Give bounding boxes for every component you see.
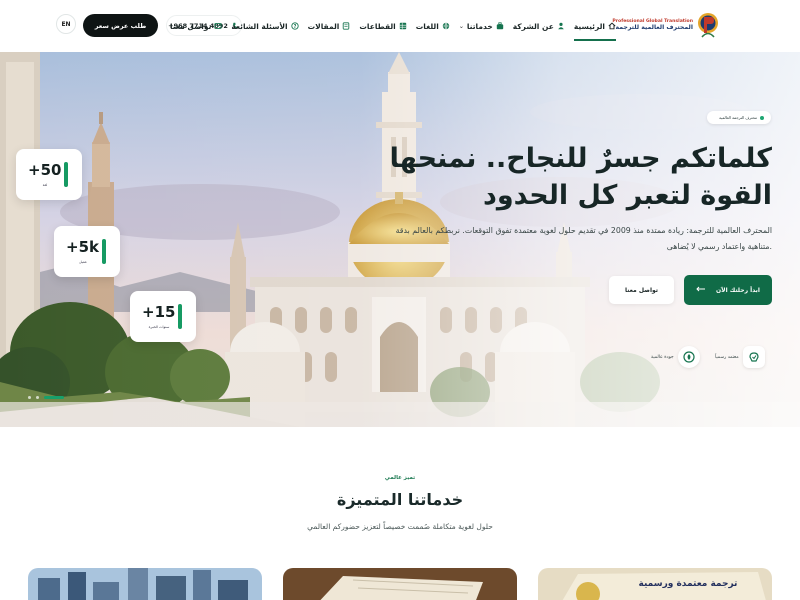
request-quote-button[interactable]: طلب عرض سعر	[83, 14, 158, 37]
article-icon	[342, 22, 350, 30]
menu-item-about[interactable]: عن الشركة	[513, 13, 565, 39]
stat-card-clients: +5k عميل	[54, 226, 120, 277]
menu-item-label: الأسئلة الشائعة	[231, 21, 288, 31]
stat-card-languages: +50 لغة	[16, 149, 82, 200]
trust-label: جودة عالمية	[651, 354, 674, 360]
start-journey-label: ابدأ رحلتك الآن	[716, 286, 760, 294]
arrow-left-icon	[696, 286, 706, 294]
services-title: خدماتنا المتميزة	[336, 490, 464, 509]
documents-desk-image	[283, 568, 517, 600]
logo-emblem	[696, 11, 720, 39]
menu-item-label: تواصل معنا	[169, 21, 212, 31]
quality-icon	[677, 346, 700, 368]
stat-accent-bar	[178, 304, 182, 329]
slider-dot[interactable]	[28, 396, 31, 399]
trust-item-certified: معتمد رسمياً	[715, 346, 765, 368]
certificate-image: ترجمة معتمدة ورسمية	[538, 568, 772, 600]
stat-label: عميل	[78, 260, 88, 264]
trust-label: معتمد رسمياً	[715, 354, 739, 360]
services-kicker: تميز عالمي	[384, 475, 416, 481]
stat-label: سنوات الخبرة	[148, 325, 170, 329]
company-logo[interactable]: Professional Global Translation المحترف …	[612, 10, 720, 40]
menu-item-label: الرئيسية	[573, 21, 605, 31]
menu-item-label: اللغات	[415, 21, 439, 31]
question-icon: ?	[290, 22, 299, 30]
city-skyline-image	[28, 568, 262, 600]
globe-icon	[442, 22, 450, 30]
stat-card-experience: +15 سنوات الخبرة	[130, 291, 196, 342]
services-subtitle: حلول لغوية متكاملة صُممت خصيصاً لتعزيز ح…	[307, 522, 493, 531]
menu-item-sectors[interactable]: القطاعات	[359, 13, 406, 39]
hero-badge-label: محترف الترجمة العالمية	[719, 115, 757, 120]
main-menu: الرئيسية عن الشركة خدماتنا ⌄ اللغات القط…	[170, 13, 617, 41]
service-card-2[interactable]	[283, 568, 517, 600]
logo-arabic-name: المحترف العالمية للترجمة	[615, 24, 693, 31]
hero-headline-line-2: القوة لتعبر كل الحدود	[483, 180, 772, 211]
svg-text:?: ?	[293, 24, 296, 30]
service-card-3[interactable]: ترجمة معتمدة ورسمية	[538, 568, 772, 600]
contact-us-button[interactable]: تواصل معنا	[609, 276, 674, 304]
hero-section: محترف الترجمة العالمية كلماتكم جسرٌ للنج…	[0, 52, 800, 427]
menu-item-label: خدماتنا	[466, 21, 493, 31]
status-dot-icon	[760, 115, 764, 120]
hero-headline-line-1: كلماتكم جسرٌ للنجاح.. نمنحها	[389, 143, 772, 174]
menu-item-home[interactable]: الرئيسية	[573, 13, 617, 41]
hero-headline: كلماتكم جسرٌ للنجاح.. نمنحها القوة لتعبر…	[352, 140, 772, 214]
hero-badge: محترف الترجمة العالمية	[707, 111, 771, 124]
trust-item-quality: جودة عالمية	[651, 346, 700, 368]
services-icon	[496, 22, 504, 30]
hero-description: المحترف العالمية للترجمة: ريادة ممتدة من…	[395, 226, 772, 251]
chevron-down-icon: ⌄	[458, 22, 464, 30]
stat-value: +50	[28, 161, 62, 179]
certified-icon	[742, 346, 765, 368]
menu-item-services[interactable]: خدماتنا ⌄	[459, 13, 504, 39]
stat-value: +5k	[66, 238, 99, 256]
stat-value: +15	[142, 303, 176, 321]
slider-dot-active[interactable]	[44, 396, 64, 399]
stat-accent-bar	[64, 162, 68, 187]
slider-dot[interactable]	[36, 396, 39, 399]
menu-item-label: القطاعات	[359, 21, 396, 31]
hero-slider-pagination	[28, 396, 64, 399]
start-journey-button[interactable]: ابدأ رحلتك الآن	[684, 275, 772, 305]
menu-item-contact[interactable]: تواصل معنا	[170, 13, 222, 39]
stat-label: لغة	[42, 183, 48, 187]
people-icon	[557, 22, 565, 30]
grid-icon	[399, 22, 407, 30]
mail-icon	[214, 22, 222, 30]
top-navbar: EN طلب عرض سعر +968 7714 4092 الرئيسية ع…	[0, 0, 800, 52]
menu-item-languages[interactable]: اللغات	[416, 13, 450, 39]
language-toggle[interactable]: EN	[56, 14, 76, 34]
menu-item-articles[interactable]: المقالات	[308, 13, 351, 39]
menu-item-faq[interactable]: ? الأسئلة الشائعة	[231, 13, 299, 39]
card-caption: ترجمة معتمدة ورسمية	[639, 579, 738, 589]
menu-item-label: المقالات	[307, 21, 340, 31]
menu-item-label: عن الشركة	[512, 21, 554, 31]
stat-accent-bar	[102, 239, 106, 264]
service-card-1[interactable]	[28, 568, 262, 600]
